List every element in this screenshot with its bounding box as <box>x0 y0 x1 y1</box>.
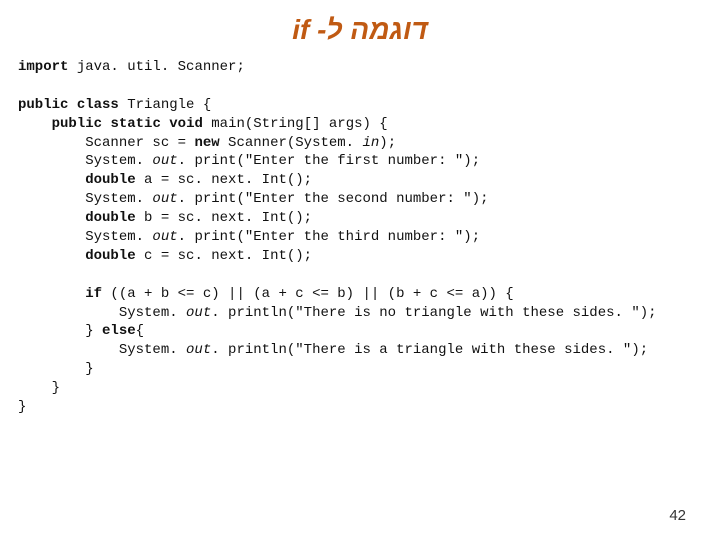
code-text: a = sc. next. Int(); <box>136 172 312 188</box>
keyword-else: else <box>102 323 136 339</box>
code-text: } <box>18 399 26 415</box>
code-text: System. <box>18 229 152 245</box>
static-field-out: out <box>152 191 177 207</box>
code-text: ((a + b <= c) || (a + c <= b) || (b + c … <box>102 286 514 302</box>
keyword-static: static <box>110 116 160 132</box>
keyword-if: if <box>85 286 102 302</box>
slide: דוגמה ל- if import java. util. Scanner; … <box>0 0 720 540</box>
code-text: Scanner sc = <box>18 135 194 151</box>
keyword-public: public <box>52 116 102 132</box>
static-field-out: out <box>152 153 177 169</box>
static-field-out: out <box>186 342 211 358</box>
code-text: . println("There is a triangle with thes… <box>211 342 648 358</box>
code-text: System. <box>18 342 186 358</box>
keyword-public: public <box>18 97 68 113</box>
code-block: import java. util. Scanner; public class… <box>0 54 720 417</box>
code-text: c = sc. next. Int(); <box>136 248 312 264</box>
static-field-out: out <box>186 305 211 321</box>
keyword-import: import <box>18 59 68 75</box>
code-text: Triangle { <box>119 97 211 113</box>
code-text: Scanner(System. <box>220 135 363 151</box>
code-text: System. <box>18 153 152 169</box>
keyword-class: class <box>77 97 119 113</box>
code-text: } <box>18 380 60 396</box>
keyword-void: void <box>169 116 203 132</box>
keyword-double: double <box>85 210 135 226</box>
code-text: { <box>136 323 144 339</box>
code-text: . print("Enter the second number: "); <box>178 191 489 207</box>
static-field-out: out <box>152 229 177 245</box>
code-text: } <box>18 323 102 339</box>
keyword-double: double <box>85 172 135 188</box>
code-text: System. <box>18 191 152 207</box>
code-text: b = sc. next. Int(); <box>136 210 312 226</box>
code-text: java. util. Scanner; <box>68 59 244 75</box>
keyword-double: double <box>85 248 135 264</box>
code-text: } <box>18 361 94 377</box>
code-text: . print("Enter the third number: "); <box>178 229 480 245</box>
keyword-new: new <box>194 135 219 151</box>
code-text: . println("There is no triangle with the… <box>211 305 656 321</box>
page-number: 42 <box>669 507 686 524</box>
code-text: main(String[] args) { <box>203 116 388 132</box>
code-text: ); <box>379 135 396 151</box>
code-text: . print("Enter the first number: "); <box>178 153 480 169</box>
slide-title: דוגמה ל- if <box>0 0 720 54</box>
static-field-in: in <box>362 135 379 151</box>
code-text: System. <box>18 305 186 321</box>
